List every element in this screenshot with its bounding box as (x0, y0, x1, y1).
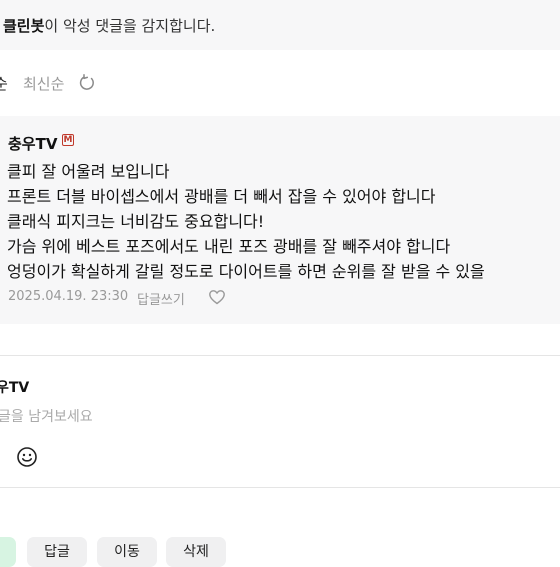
comment-text-line: 클래식 피지크는 너비감도 중요합니다! (7, 212, 265, 231)
comment-item: 충우TV M 클피 잘 어울려 보입니다 프론트 더블 바이셉스에서 광배를 더… (0, 116, 560, 324)
cleanbot-notice-text: 클린봇이 악성 댓글을 감지합니다. (3, 15, 215, 36)
cleanbot-notice: 클린봇이 악성 댓글을 감지합니다. (0, 0, 560, 50)
move-button[interactable]: 이동 (97, 537, 157, 567)
sort-latest-option[interactable]: 최신순 (23, 73, 64, 94)
divider (0, 487, 560, 488)
comment-sort-bar: 순 최신순 (0, 70, 560, 96)
article-action-bar: 답글 이동 삭제 (0, 537, 560, 567)
write-button[interactable] (0, 537, 16, 567)
sort-registered-option[interactable]: 순 (0, 73, 8, 94)
comment-text-line: 엉덩이가 확실하게 갈릴 정도로 다이어트를 하면 순위를 잘 받을 수 있을 (7, 262, 485, 281)
comment-text-line: 가슴 위에 베스트 포즈에서도 내린 포즈 광배를 잘 빼주셔야 합니다 (7, 237, 451, 256)
heart-icon[interactable] (208, 288, 226, 306)
refresh-icon[interactable] (78, 74, 96, 92)
comment-author[interactable]: 충우TV (8, 133, 57, 154)
divider (0, 355, 560, 356)
comment-text-line: 프론트 더블 바이셉스에서 광배를 더 빼서 잡을 수 있어야 합니다 (7, 187, 436, 206)
manager-badge-icon: M (62, 134, 74, 146)
cleanbot-name[interactable]: 클린봇 (3, 17, 44, 35)
writer-nickname: 우TV (0, 380, 30, 396)
comment-date: 2025.04.19. 23:30 (8, 289, 129, 304)
reply-link[interactable]: 답글쓰기 (137, 289, 185, 308)
delete-button[interactable]: 삭제 (166, 537, 226, 567)
cleanbot-message: 이 악성 댓글을 감지합니다. (44, 17, 216, 35)
comment-text-line: 클피 잘 어울려 보입니다 (7, 162, 170, 181)
reply-button[interactable]: 답글 (27, 537, 87, 567)
comment-input[interactable] (0, 406, 478, 428)
smile-icon[interactable] (16, 446, 38, 468)
